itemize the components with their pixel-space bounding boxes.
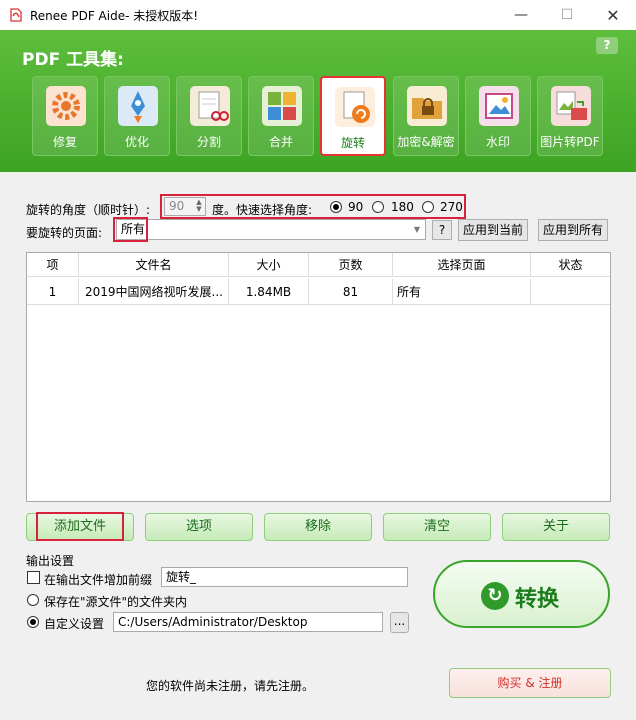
save-source-radio[interactable] [27, 594, 39, 606]
degree-label: 度。快速选择角度: [212, 203, 313, 217]
tool-rotate[interactable]: 旋转 [320, 76, 386, 156]
radio-270[interactable] [422, 201, 434, 213]
maximize-button[interactable]: ☐ [544, 0, 590, 30]
tool-repair[interactable]: 修复 [32, 76, 98, 156]
tool-split[interactable]: 分割 [176, 76, 242, 156]
refresh-arrow-icon: ↻ [481, 582, 509, 610]
toolset-title: PDF 工具集: [22, 50, 124, 70]
close-button[interactable]: ✕ [590, 0, 636, 30]
custom-path-radio[interactable] [27, 616, 39, 628]
save-source-label: 保存在"源文件"的文件夹内 [44, 595, 188, 609]
tool-watermark[interactable]: 水印 [465, 76, 531, 156]
prefix-label: 在输出文件增加前缀 [44, 573, 153, 587]
column-header-selection[interactable]: 选择页面 [393, 253, 531, 277]
radio-90-label: 90 [348, 200, 364, 214]
radio-180-label: 180 [391, 200, 414, 214]
tool-label: 图片转PDF [540, 135, 600, 149]
pages-select[interactable]: 所有 ▼ [116, 219, 426, 240]
scissors-icon [190, 86, 230, 126]
buy-register-button[interactable]: 购买 & 注册 [449, 668, 611, 698]
help-button[interactable]: ? [596, 37, 618, 54]
tool-header: PDF 工具集: ? 修复 优化 分割 合并 旋转 加密&解密 水印 图片转PD… [0, 30, 636, 172]
puzzle-icon [262, 86, 302, 126]
rotate-icon [335, 87, 375, 127]
pages-help-button[interactable]: ? [432, 220, 452, 240]
radio-180[interactable] [372, 201, 384, 213]
app-logo-icon [10, 8, 22, 22]
tool-merge[interactable]: 合并 [248, 76, 314, 156]
minimize-button[interactable]: — [498, 0, 544, 30]
options-button[interactable]: 选项 [145, 513, 253, 541]
rocket-icon [118, 86, 158, 126]
add-file-highlight [36, 512, 124, 541]
prefix-checkbox[interactable] [27, 571, 40, 584]
column-header-filename[interactable]: 文件名 [79, 253, 229, 277]
watermark-image-icon [479, 86, 519, 126]
apply-current-button[interactable]: 应用到当前 [458, 219, 528, 241]
angle-spinner[interactable]: 90 ▲ ▼ [164, 197, 206, 216]
angle-label: 旋转的角度（顺时针）: [26, 203, 151, 217]
lock-folder-icon [407, 86, 447, 126]
tool-encrypt[interactable]: 加密&解密 [393, 76, 459, 156]
cell-selection[interactable]: 所有 [393, 279, 531, 305]
tool-label: 优化 [124, 135, 149, 149]
tool-label: 水印 [485, 135, 510, 149]
spinner-arrows-icon[interactable]: ▲ ▼ [194, 199, 204, 214]
cell-pages[interactable]: 81 [309, 279, 393, 305]
cell-index[interactable]: 1 [27, 279, 79, 305]
remove-button[interactable]: 移除 [264, 513, 372, 541]
convert-button[interactable]: ↻ 转换 [433, 560, 610, 628]
clear-button[interactable]: 清空 [383, 513, 491, 541]
browse-button[interactable]: ... [390, 612, 409, 633]
tool-optimize[interactable]: 优化 [104, 76, 170, 156]
register-notice: 您的软件尚未注册，请先注册。 [146, 679, 315, 693]
radio-90[interactable] [330, 201, 342, 213]
cell-size[interactable]: 1.84MB [229, 279, 309, 305]
custom-path-label: 自定义设置 [44, 617, 105, 631]
tool-label: 旋转 [340, 136, 365, 150]
about-button[interactable]: 关于 [502, 513, 610, 541]
window-title: Renee PDF Aide- 未授权版本! [30, 9, 199, 23]
convert-label: 转换 [515, 587, 560, 612]
tool-label: 修复 [52, 135, 77, 149]
column-header-size[interactable]: 大小 [229, 253, 309, 277]
cell-filename[interactable]: 2019中国网络视听发展... [79, 279, 229, 305]
cell-status[interactable] [531, 279, 610, 305]
apply-all-button[interactable]: 应用到所有 [538, 219, 608, 241]
prefix-input[interactable]: 旋转_ [161, 567, 408, 587]
pages-highlight [113, 217, 148, 242]
tool-label: 加密&解密 [397, 135, 455, 149]
title-bar: Renee PDF Aide- 未授权版本! — ☐ ✕ [0, 0, 636, 30]
image-to-pdf-icon [551, 86, 591, 126]
tool-label: 合并 [268, 135, 293, 149]
file-table[interactable]: 项 文件名 大小 页数 选择页面 状态 1 2019中国网络视听发展... 1.… [26, 252, 611, 502]
column-header-status[interactable]: 状态 [531, 253, 610, 277]
radio-270-label: 270 [440, 200, 463, 214]
column-header-pages[interactable]: 页数 [309, 253, 393, 277]
pages-label: 要旋转的页面: [26, 226, 103, 240]
tool-image-to-pdf[interactable]: 图片转PDF [537, 76, 603, 156]
repair-gear-icon [46, 86, 86, 126]
column-header-index[interactable]: 项 [27, 253, 79, 277]
output-settings-label: 输出设置 [26, 554, 75, 568]
tool-label: 分割 [196, 135, 221, 149]
chevron-down-icon[interactable]: ▼ [409, 220, 425, 239]
output-path-input[interactable]: C:/Users/Administrator/Desktop [113, 612, 383, 632]
angle-value: 90 [169, 199, 185, 213]
